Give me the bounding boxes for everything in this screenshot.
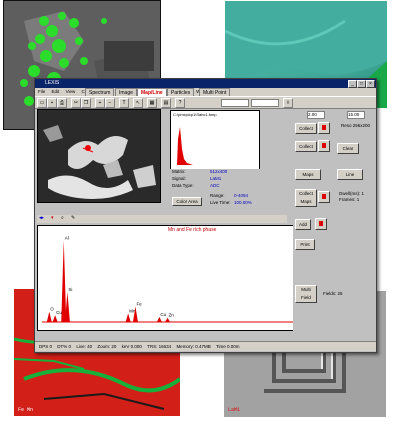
- zoom-in-icon[interactable]: +: [95, 98, 105, 108]
- range-value: 0-4094: [234, 193, 249, 198]
- minimize-button[interactable]: _: [348, 80, 357, 88]
- sem-image-graphic: [38, 110, 160, 202]
- spectrum-toolbar: ◂▸ ▾ ⌕ ✎: [37, 215, 287, 223]
- matrix-value: 512x400: [210, 169, 228, 174]
- status-live: Live: 40: [76, 344, 93, 349]
- window-title: LEXIS: [45, 80, 60, 86]
- frames-label: Frames: 1: [339, 197, 360, 202]
- status-trs: TRS: 16634: [147, 344, 172, 349]
- collect-maps-icon[interactable]: [318, 191, 330, 203]
- sample-caption-br: LaM1: [228, 407, 241, 413]
- status-dt: DT% 0: [57, 344, 72, 349]
- cursor-icon[interactable]: ↖: [133, 98, 143, 108]
- spectrum-peak: [156, 316, 162, 322]
- add-icon[interactable]: [315, 218, 327, 230]
- sem-image-view[interactable]: [37, 109, 161, 203]
- status-memory: Memory: 0.47MB: [176, 344, 211, 349]
- text-icon[interactable]: T: [119, 98, 129, 108]
- cut-icon[interactable]: ✂: [71, 98, 81, 108]
- matrix-label: Matrix:: [172, 169, 186, 174]
- maps-button[interactable]: Maps: [295, 169, 321, 180]
- peak-label: O: [50, 307, 54, 312]
- collect-button-2[interactable]: Collect: [295, 141, 317, 152]
- control-panel: 2.00 15.00 Collect Reso 256x200 Collect …: [293, 109, 375, 339]
- histogram-graphic: [175, 127, 257, 165]
- range-label: Range:: [210, 193, 225, 198]
- collect-icon[interactable]: [318, 122, 330, 134]
- marker-icon[interactable]: ▾: [51, 215, 54, 221]
- save-icon[interactable]: ▪: [47, 98, 57, 108]
- mode-select[interactable]: [251, 99, 279, 107]
- peak-label: Si: [68, 287, 72, 292]
- print-button[interactable]: Print: [295, 239, 315, 250]
- line-button[interactable]: Line: [337, 169, 363, 180]
- peak-label: Cu: [56, 310, 62, 315]
- status-bar: DPS 0 DT% 0 Live: 40 Zoom: 20 keV 0.000 …: [35, 341, 376, 351]
- color-area-button[interactable]: Color Area: [172, 197, 202, 206]
- signal-value: LaM1: [210, 176, 222, 181]
- copy-icon[interactable]: ❐: [81, 98, 91, 108]
- peak-label: Al: [65, 235, 69, 240]
- lock-icon[interactable]: ◊: [283, 98, 293, 108]
- peak-label: Cu: [160, 312, 166, 317]
- clear-button[interactable]: Clear: [337, 143, 359, 154]
- print-icon[interactable]: ⎙: [57, 98, 67, 108]
- close-button[interactable]: ×: [366, 80, 375, 88]
- spectrum-peak: [61, 240, 67, 322]
- menu-view[interactable]: View: [66, 89, 76, 94]
- zoom-out-icon[interactable]: −: [105, 98, 115, 108]
- spectrum-title: Mn and Fe rich phase: [168, 227, 217, 233]
- toolbar: ▭ ▪ ⎙ ✂ ❐ + − T ↖ ▦ ▤ ? ◊: [35, 96, 376, 109]
- voltage-input[interactable]: 2.00: [307, 111, 325, 119]
- image-info-panel: Matrix: 512x400 Signal: LaM1 Data Type: …: [170, 169, 266, 213]
- status-dps: DPS 0: [39, 344, 53, 349]
- help-icon[interactable]: ?: [175, 98, 185, 108]
- collect-icon-2[interactable]: [318, 140, 330, 152]
- spectrum-tool-icon[interactable]: ◂▸: [39, 215, 44, 221]
- grid-icon[interactable]: ▦: [147, 98, 157, 108]
- add-button[interactable]: Add: [295, 219, 311, 230]
- fields-label: Fields: 25: [323, 291, 343, 296]
- preset-select[interactable]: [221, 99, 249, 107]
- collect-maps-button[interactable]: Collect Maps: [295, 189, 317, 207]
- spectrum-peak: [125, 313, 131, 322]
- zoom-icon[interactable]: ⌕: [61, 215, 64, 221]
- histogram-panel: C:\pmxpicp1\Sabc1.bmp: [170, 110, 260, 170]
- datatype-value: ADC: [210, 183, 220, 188]
- open-icon[interactable]: ▭: [37, 98, 47, 108]
- menu-edit[interactable]: Edit: [52, 89, 60, 94]
- label-icon[interactable]: ✎: [71, 215, 75, 221]
- livetime-value: 100.00%: [234, 200, 252, 205]
- signal-label: Signal:: [172, 176, 186, 181]
- title-bar: LEXIS _ □ ×: [35, 79, 376, 88]
- spectrum-peak: [165, 317, 171, 322]
- maximize-button[interactable]: □: [357, 80, 366, 88]
- image-file-label: C:\pmxpicp1\Sabc1.bmp: [173, 112, 217, 117]
- peak-label: Zn: [169, 313, 175, 318]
- livetime-label: Live Time:: [210, 200, 231, 205]
- mag-input[interactable]: 15.00: [347, 111, 365, 119]
- sample-caption-bl: Fe Mn: [18, 407, 34, 413]
- status-kev: keV 0.000: [121, 344, 142, 349]
- status-zoom: Zoom: 20: [97, 344, 117, 349]
- peak-label: Fe: [136, 302, 142, 307]
- chart-icon[interactable]: ▤: [161, 98, 171, 108]
- spectrum-peak: [52, 315, 58, 322]
- collect-button[interactable]: Collect: [295, 123, 317, 134]
- menu-file[interactable]: File: [38, 89, 45, 94]
- datatype-label: Data Type:: [172, 183, 194, 188]
- spectrum-peak: [46, 311, 52, 322]
- status-time: Time 0.00m: [215, 344, 240, 349]
- dwell-label: Dwell(ms): 1: [339, 191, 365, 196]
- application-window: LEXIS _ □ × File Edit View Collect Setup…: [34, 78, 377, 353]
- reso-label: Reso 256x200: [341, 123, 371, 128]
- multi-field-button[interactable]: Multi Field: [295, 285, 317, 303]
